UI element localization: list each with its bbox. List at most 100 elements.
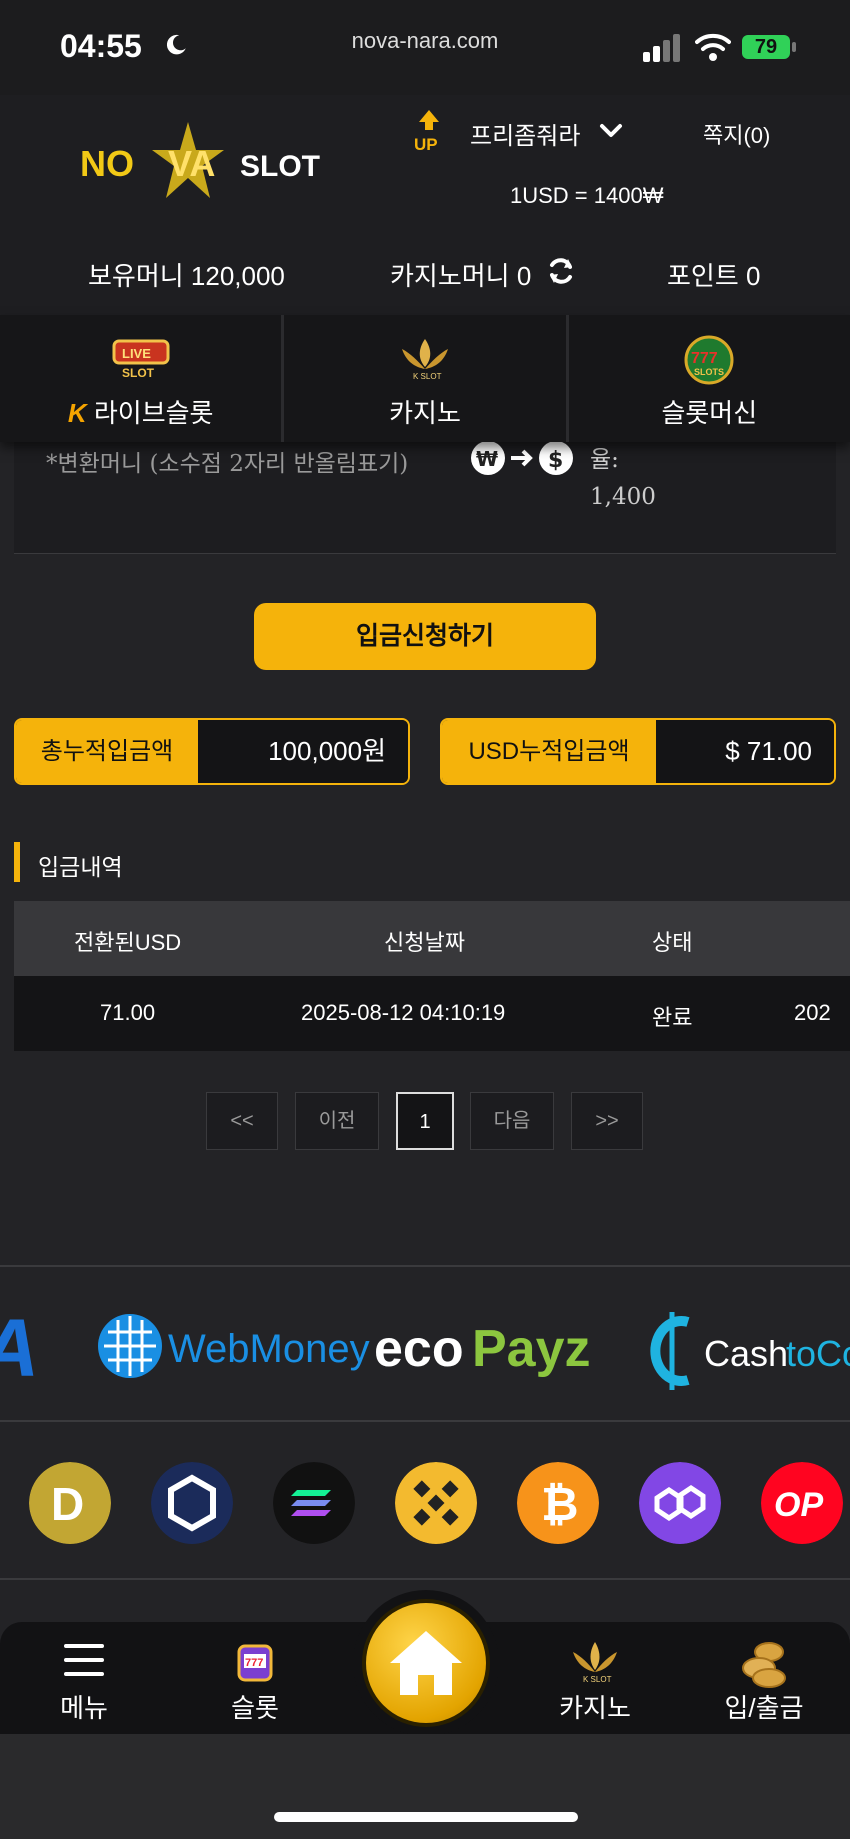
bitcoin-icon: ₿ (517, 1462, 599, 1544)
total-usd-value: $ 71.00 (656, 720, 834, 783)
svg-text:$: $ (548, 448, 563, 473)
column-header: 신청날짜 (384, 930, 465, 955)
svg-text:₩: ₩ (476, 447, 498, 471)
dogecoin-icon: D (29, 1462, 111, 1544)
column-header: 상태 (652, 930, 693, 955)
webmoney-text: WebMoney (168, 1327, 370, 1371)
crypto-coins: D ₿ OP (0, 1420, 850, 1580)
total-krw-value: 100,000원 (198, 720, 408, 783)
category-slot-machine[interactable]: 777 SLOTS 슬롯머신 (569, 315, 850, 442)
browser-url-bar (0, 1734, 850, 1839)
category-casino-label: 카지노 (389, 398, 461, 428)
svg-text:K SLOT: K SLOT (413, 372, 442, 381)
won-currency-icon: ₩ (471, 441, 505, 475)
ecopayz-logo: eco Payz (374, 1320, 591, 1378)
live-slot-icon: LIVE SLOT (112, 339, 170, 380)
webmoney-logo: WebMoney (98, 1314, 370, 1378)
conversion-note: *변환머니 (소수점 2자리 반올림표기) (46, 451, 409, 477)
divider (0, 1578, 850, 1580)
nav-deposit-withdraw[interactable]: 입/출금 (689, 1622, 839, 1734)
url-text[interactable]: nova-nara.com (0, 28, 850, 54)
messages-link[interactable]: 쪽지(0) (703, 118, 770, 150)
777-slots-icon: 777 SLOTS (684, 335, 734, 385)
deposit-request-button[interactable]: 입금신청하기 (254, 603, 596, 670)
home-indicator (274, 1812, 578, 1822)
total-usd-label: USD누적입금액 (442, 720, 656, 783)
category-label: K 라이브슬롯 (0, 393, 281, 430)
level-up-icon: UP (414, 110, 439, 152)
nav-slot[interactable]: 777 슬롯 (180, 1622, 330, 1734)
svg-text:SLOT: SLOT (122, 366, 155, 380)
k-brand-icon: K (67, 398, 87, 428)
svg-text:NO: NO (80, 143, 134, 184)
row-extra: 202 (794, 1000, 831, 1025)
total-krw-deposit: 총누적입금액 100,000원 (14, 718, 410, 785)
total-usd-deposit: USD누적입금액 $ 71.00 (440, 718, 836, 785)
rate-value: 1,400 (590, 484, 656, 510)
nav-menu[interactable]: 메뉴 (9, 1622, 159, 1734)
category-slot-machine-label: 슬롯머신 (661, 398, 758, 428)
nova-slot-logo[interactable]: NO VA SLOT (80, 120, 338, 206)
k-slot-lotus-icon: K SLOT (401, 339, 448, 381)
svg-text:Cash: Cash (704, 1333, 788, 1374)
casino-money: 카지노머니 0 (390, 261, 532, 291)
polygon-icon (639, 1462, 721, 1544)
table-header: 전환된USD 신청날짜 상태 (14, 901, 850, 976)
svg-text:Payz: Payz (472, 1320, 591, 1378)
binance-icon (395, 1462, 477, 1544)
arrow-right-icon (511, 449, 533, 467)
hamburger-menu-icon (64, 1644, 104, 1676)
nav-slot-label: 슬롯 (231, 1693, 279, 1723)
pagination-current[interactable]: 1 (396, 1092, 454, 1150)
payment-providers: A WebMoney eco Payz Cash toCo (0, 1268, 850, 1418)
slot-machine-icon: 777 (237, 1644, 273, 1682)
deposit-history-table: 전환된USD 신청날짜 상태 71.00 2025-08-12 04:10:19… (14, 901, 850, 1051)
row-date: 2025-08-12 04:10:19 (301, 1000, 506, 1025)
table-row: 71.00 2025-08-12 04:10:19 완료 202 (14, 976, 850, 1051)
svg-text:toCo: toCo (786, 1333, 850, 1374)
dollar-currency-icon: $ (539, 441, 573, 475)
category-live-slot[interactable]: LIVE SLOT K 라이브슬롯 (0, 315, 285, 442)
svg-text:OP: OP (774, 1486, 823, 1524)
home-icon (390, 1631, 462, 1695)
coins-stack-icon (742, 1642, 786, 1688)
pagination-prev[interactable]: 이전 (295, 1092, 379, 1150)
category-live-slot-label: 라이브슬롯 (93, 398, 214, 428)
svg-text:D: D (51, 1478, 84, 1530)
row-status: 완료 (652, 1005, 693, 1030)
section-accent-bar (14, 842, 20, 882)
category-casino[interactable]: K SLOT 카지노 (284, 315, 569, 442)
optimism-icon: OP (761, 1462, 843, 1544)
svg-text:LIVE: LIVE (122, 346, 151, 361)
nav-casino[interactable]: K SLOT 카지노 (520, 1622, 670, 1734)
nav-casino-label: 카지노 (559, 1693, 631, 1723)
visa-logo-partial: A (0, 1303, 39, 1394)
svg-text:K SLOT: K SLOT (583, 1675, 612, 1684)
row-usd: 71.00 (100, 1000, 156, 1025)
svg-text:777: 777 (691, 350, 718, 367)
home-button[interactable] (366, 1603, 486, 1723)
nav-menu-label: 메뉴 (60, 1693, 108, 1723)
pagination-first[interactable]: << (206, 1092, 278, 1150)
deposit-history-title: 입금내역 (38, 854, 123, 880)
pagination-next[interactable]: 다음 (470, 1092, 554, 1150)
user-name[interactable]: 프리좀줘라 (470, 116, 580, 151)
svg-text:SLOTS: SLOTS (694, 367, 724, 377)
cashtocode-logo: Cash toCo (650, 1312, 850, 1390)
solana-icon (273, 1462, 355, 1544)
pagination-last[interactable]: >> (571, 1092, 643, 1150)
svg-text:SLOT: SLOT (240, 150, 320, 183)
svg-text:₿: ₿ (541, 1478, 579, 1530)
total-krw-label: 총누적입금액 (16, 720, 198, 783)
refresh-icon[interactable] (546, 256, 576, 286)
column-header: 전환된USD (74, 930, 182, 955)
svg-text:UP: UP (414, 135, 438, 152)
category-nav: LIVE SLOT K 라이브슬롯 K SLOT 카지노 777 SLOTS 슬… (0, 315, 850, 442)
k-slot-lotus-icon: K SLOT (573, 1642, 617, 1684)
exchange-rate: 1USD = 1400₩ (510, 183, 664, 208)
chevron-down-icon[interactable] (598, 118, 624, 144)
svg-text:VA: VA (168, 143, 215, 184)
divider (0, 1265, 850, 1267)
rate-label: 율: (590, 447, 619, 473)
points: 포인트 0 (667, 261, 761, 291)
